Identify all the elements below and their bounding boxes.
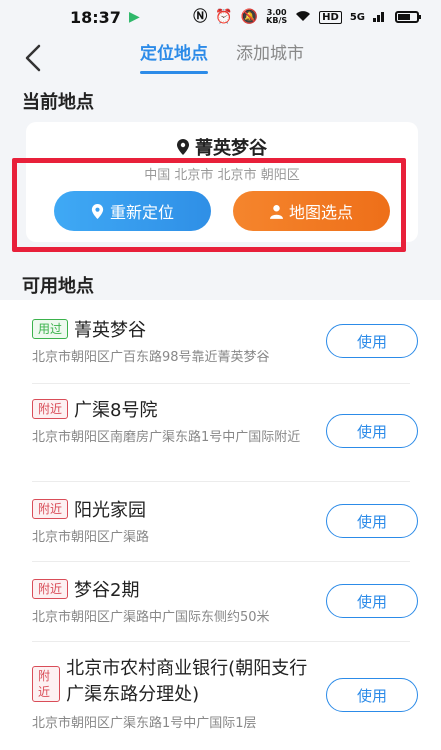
current-location-name-text: 菁英梦谷 [195, 138, 267, 159]
wifi-icon [295, 10, 311, 25]
status-bar: 18:37 ▶ Ⓝ ⏰ 🔕 3.00 KB/S HD 5G [0, 0, 441, 34]
tab-locate[interactable]: 定位地点 [140, 40, 208, 74]
item-title-text: 阳光家园 [74, 500, 147, 521]
item-address: 北京市朝阳区广渠东路1号中广国际1层 [32, 716, 257, 731]
location-pin-icon [177, 139, 189, 155]
status-time: 18:37 [70, 7, 121, 27]
location-pin-icon [91, 203, 104, 219]
tag-nearby: 附近 [32, 666, 61, 702]
speed-unit: KB/S [266, 16, 288, 25]
relocate-button[interactable]: 重新定位 [54, 191, 211, 231]
play-store-icon: ▶ [128, 9, 140, 25]
use-button[interactable]: 使用 [326, 678, 418, 712]
list-item[interactable]: 附近 梦谷2期 北京市朝阳区广渠路中广国际东侧约50米 使用 [32, 576, 418, 642]
relocate-label: 重新定位 [109, 203, 174, 222]
network-type: 5G [349, 11, 365, 23]
status-left: 18:37 ▶ [70, 8, 140, 27]
list-item[interactable]: 附近 阳光家园 北京市朝阳区广渠路 使用 [32, 496, 418, 562]
nav-bar: 定位地点 添加城市 [0, 34, 441, 82]
item-title-text: 梦谷2期 [74, 580, 140, 601]
use-button[interactable]: 使用 [326, 414, 418, 448]
item-title-text: 广渠8号院 [74, 400, 158, 421]
tag-used: 用过 [32, 319, 69, 339]
use-button[interactable]: 使用 [326, 324, 418, 358]
available-section-title: 可用地点 [22, 276, 94, 297]
status-right: Ⓝ ⏰ 🔕 3.00 KB/S HD 5G [193, 9, 421, 25]
tag-nearby: 附近 [32, 399, 69, 419]
available-list: 用过 菁英梦谷 北京市朝阳区广百东路98号靠近菁英梦谷 使用 附近 广渠8号院 北京… [0, 300, 441, 750]
current-location-name: 菁英梦谷 [26, 134, 418, 160]
use-button[interactable]: 使用 [326, 504, 418, 538]
network-speed: 3.00 KB/S [266, 9, 287, 25]
list-item[interactable]: 附近 广渠8号院 北京市朝阳区南磨房广渠东路1号中广国际附近 使用 [32, 396, 418, 482]
nfc-icon: Ⓝ [193, 9, 208, 25]
tag-nearby: 附近 [32, 499, 69, 519]
item-title-text: 菁英梦谷 [74, 320, 147, 341]
map-pick-label: 地图选点 [288, 203, 353, 222]
alarm-icon: ⏰ [215, 9, 233, 25]
hd-badge: HD [319, 10, 342, 24]
list-item[interactable]: 用过 菁英梦谷 北京市朝阳区广百东路98号靠近菁英梦谷 使用 [32, 316, 418, 384]
mute-icon: 🔕 [240, 9, 259, 25]
tab-add-city[interactable]: 添加城市 [236, 40, 304, 72]
tag-nearby: 附近 [32, 579, 69, 599]
use-button[interactable]: 使用 [326, 584, 418, 618]
map-pick-button[interactable]: 地图选点 [233, 191, 390, 231]
back-arrow-icon [25, 44, 41, 72]
signal-icon [373, 10, 387, 25]
back-button[interactable] [18, 40, 48, 76]
person-icon [269, 204, 283, 219]
list-item[interactable]: 附近 北京市农村商业银行(朝阳支行广渠东路分理处) 北京市朝阳区广渠东路1号中广国… [32, 656, 418, 746]
battery-icon [395, 11, 421, 23]
current-section-title: 当前地点 [22, 92, 94, 113]
